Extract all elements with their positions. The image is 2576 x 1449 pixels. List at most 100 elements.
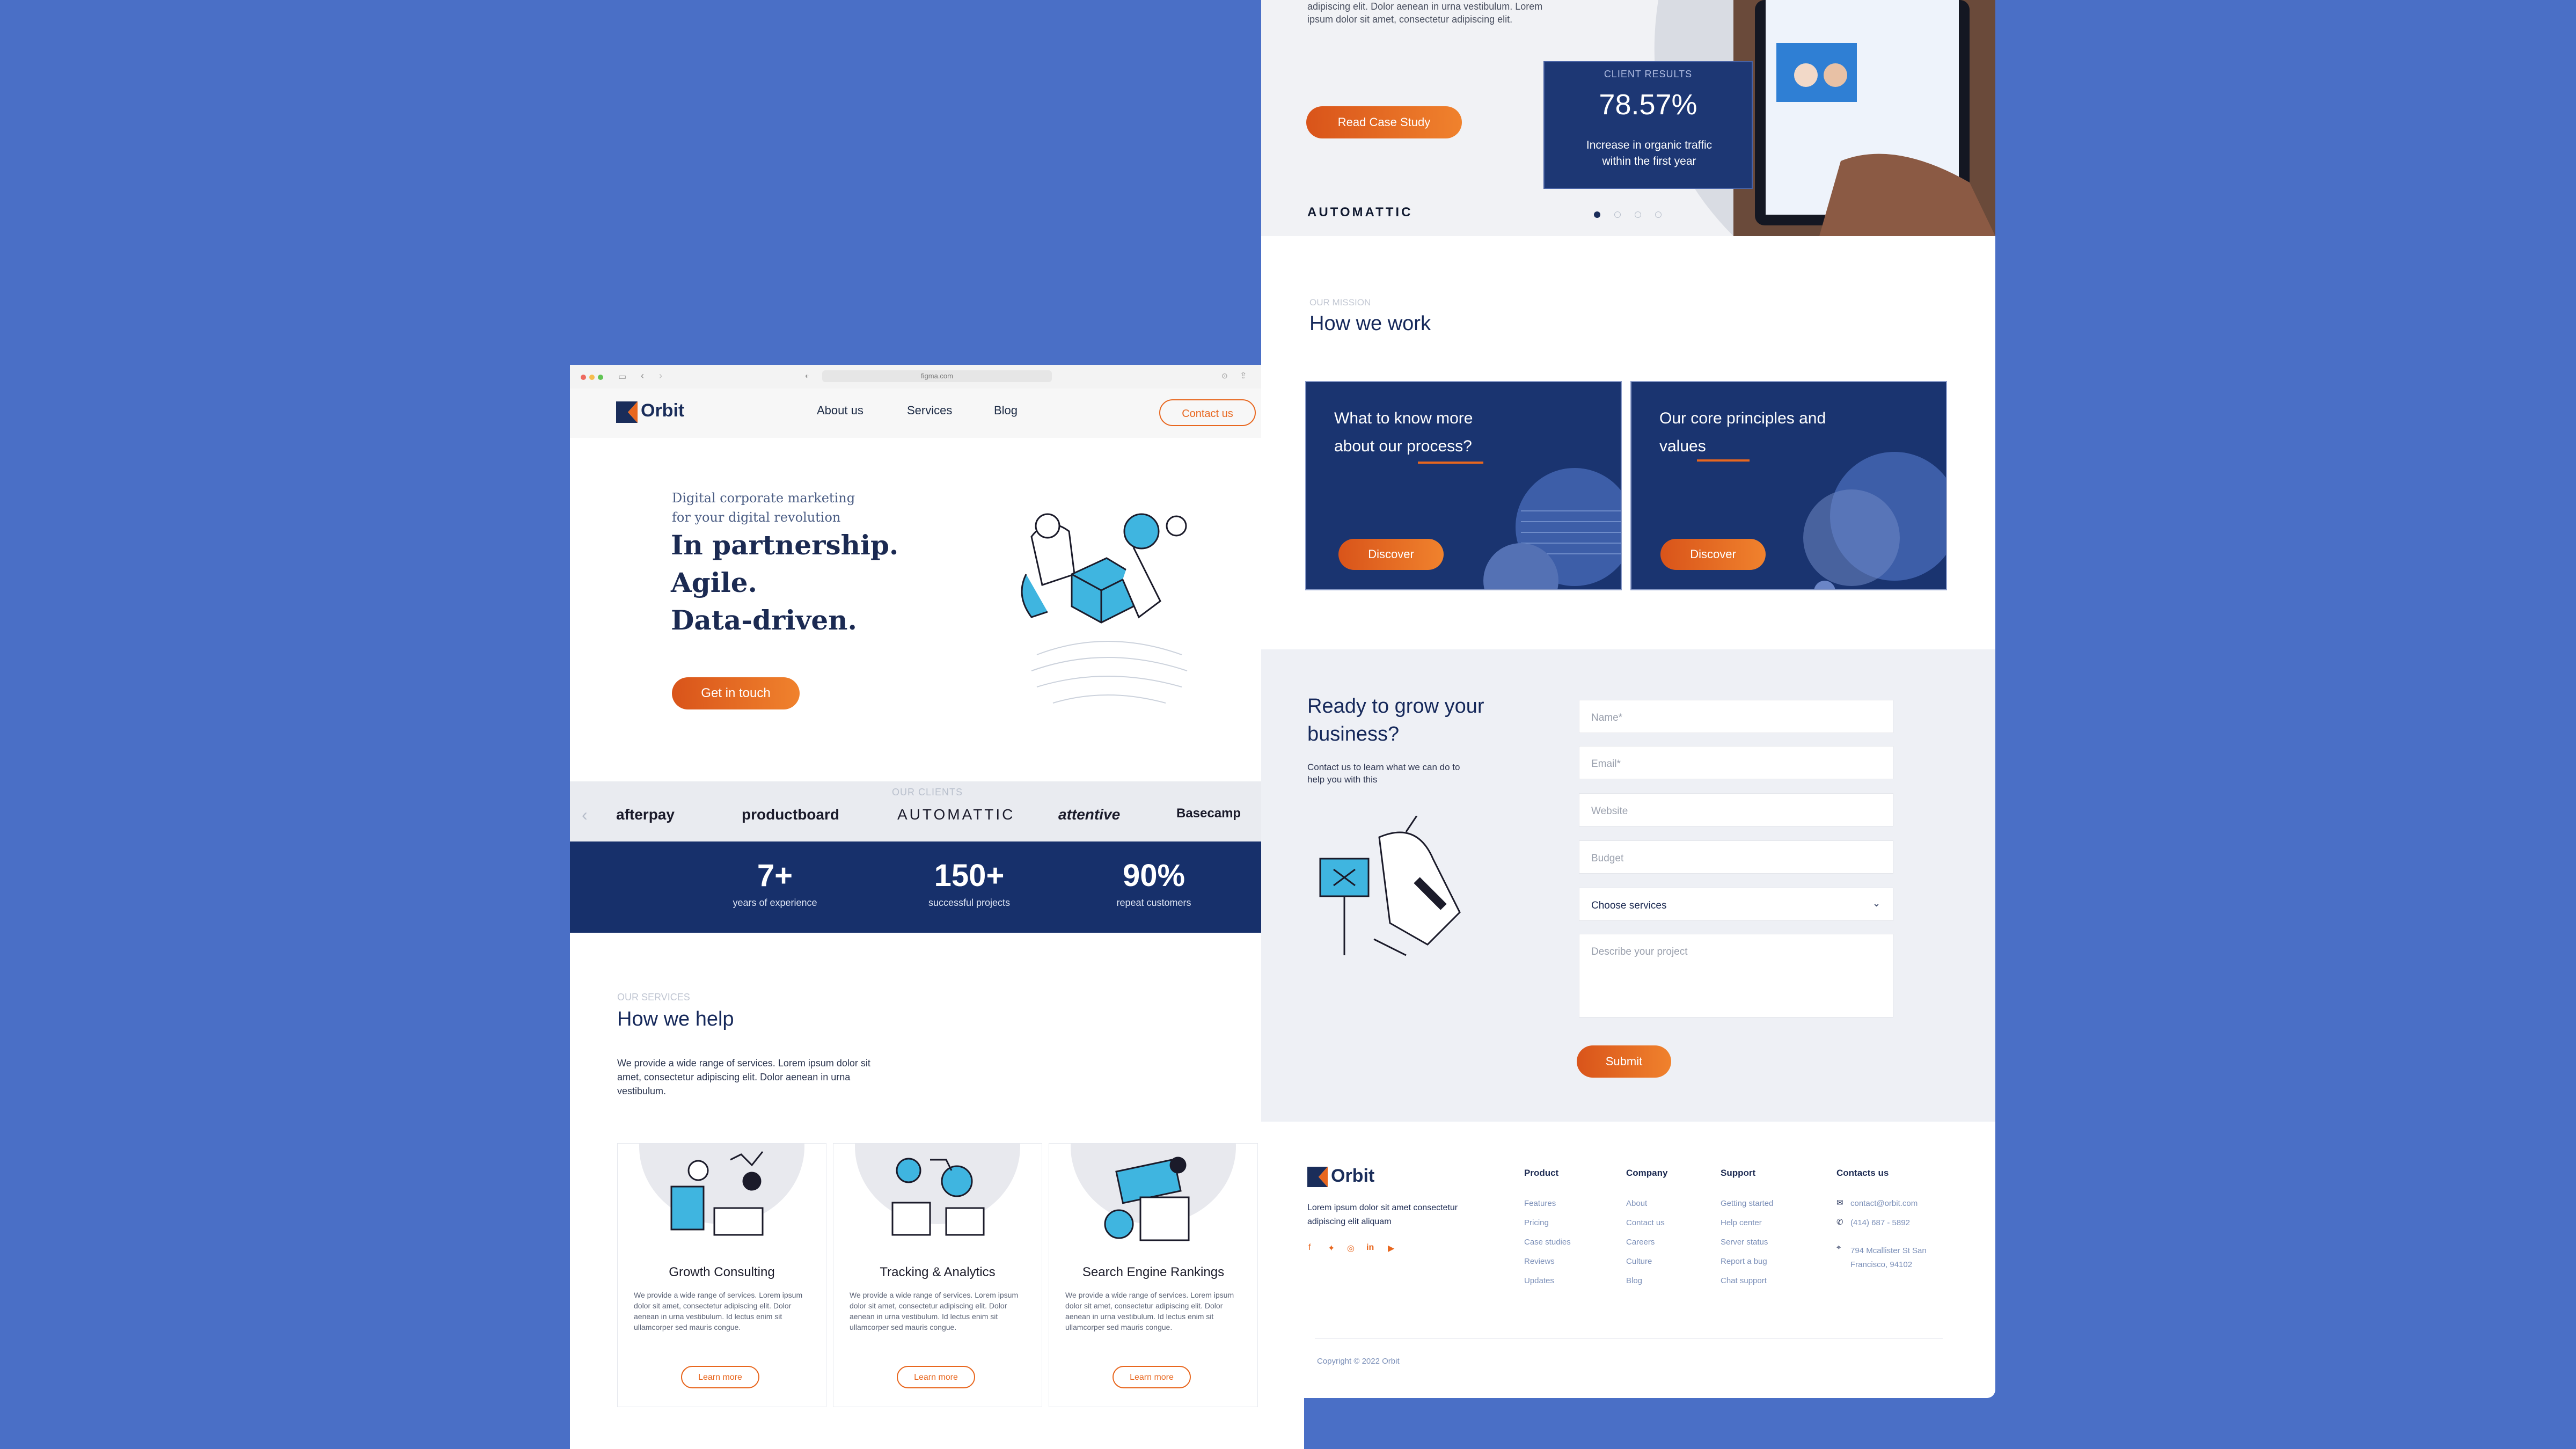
footer-address: 794 Mcallister St San Francisco, 94102 bbox=[1850, 1246, 1927, 1269]
services-description: We provide a wide range of services. Lor… bbox=[617, 1058, 870, 1096]
orbit-logo-icon bbox=[1307, 1167, 1328, 1187]
nav-blog[interactable]: Blog bbox=[994, 404, 1018, 418]
shield-icon: ◐ bbox=[805, 371, 810, 380]
project-textarea[interactable]: Describe your project bbox=[1579, 934, 1893, 1018]
analytics-illustration bbox=[891, 1158, 985, 1236]
underline-accent bbox=[1697, 459, 1750, 462]
stat-years-value: 7+ bbox=[757, 858, 793, 893]
mailbox-illustration bbox=[1319, 816, 1461, 956]
service-card-seo: Search Engine Rankings We provide a wide… bbox=[1049, 1143, 1258, 1407]
service-text: We provide a wide range of services. Lor… bbox=[850, 1291, 1019, 1331]
browser-chrome: ▭ ‹ › ◐ figma.com ⊙ ⇪ bbox=[570, 365, 1261, 389]
decorative-circles bbox=[1803, 452, 1946, 589]
twitter-icon[interactable]: ✦ bbox=[1328, 1243, 1335, 1254]
zoom-dot[interactable] bbox=[598, 375, 603, 380]
discover-button[interactable]: Discover bbox=[1338, 539, 1444, 570]
service-title: Tracking & Analytics bbox=[880, 1265, 996, 1279]
footer-col-support-title: Support bbox=[1721, 1168, 1756, 1178]
hero-illustration bbox=[1021, 513, 1188, 704]
hero-line-1: In partnership. bbox=[671, 529, 899, 561]
phone-icon: ✆ bbox=[1836, 1218, 1843, 1227]
learn-more-button[interactable]: Learn more bbox=[681, 1366, 759, 1388]
slide-dot-3[interactable] bbox=[1635, 211, 1641, 218]
footer-link[interactable]: Culture bbox=[1626, 1257, 1652, 1266]
footer-link[interactable]: Chat support bbox=[1721, 1276, 1767, 1285]
service-text: We provide a wide range of services. Lor… bbox=[1065, 1291, 1234, 1331]
website-field[interactable]: Website bbox=[1579, 793, 1893, 826]
footer-link[interactable]: Getting started bbox=[1721, 1199, 1773, 1208]
footer-logo-text[interactable]: Orbit bbox=[1331, 1166, 1374, 1187]
download-icon[interactable]: ⊙ bbox=[1221, 371, 1228, 380]
chevron-down-icon: ⌄ bbox=[1872, 898, 1881, 909]
linkedin-icon[interactable]: in bbox=[1366, 1243, 1374, 1253]
instagram-icon[interactable]: ◎ bbox=[1347, 1243, 1355, 1254]
slide-dot-1[interactable] bbox=[1594, 211, 1600, 218]
location-icon: ⌖ bbox=[1836, 1243, 1841, 1252]
footer-link[interactable]: Case studies bbox=[1524, 1238, 1571, 1247]
hero-subtitle: Digital corporate marketing for your dig… bbox=[672, 491, 855, 525]
read-case-study-button[interactable]: Read Case Study bbox=[1306, 106, 1462, 138]
budget-field[interactable]: Budget bbox=[1579, 840, 1893, 874]
email-field[interactable]: Email* bbox=[1579, 746, 1893, 779]
slide-dot-2[interactable] bbox=[1614, 211, 1621, 218]
footer-link[interactable]: Server status bbox=[1721, 1238, 1768, 1247]
results-description: Increase in organic traffic within the f… bbox=[1586, 139, 1713, 167]
footer-link[interactable]: Report a bug bbox=[1721, 1257, 1767, 1266]
footer-link[interactable]: Pricing bbox=[1524, 1218, 1549, 1227]
facebook-icon[interactable]: f bbox=[1308, 1243, 1311, 1253]
forward-icon[interactable]: › bbox=[659, 370, 662, 382]
copyright: Copyright © 2022 Orbit bbox=[1317, 1357, 1400, 1366]
footer-link[interactable]: Careers bbox=[1626, 1238, 1655, 1247]
footer-divider bbox=[1315, 1338, 1943, 1339]
footer-tagline: Lorem ipsum dolor sit amet consectetur a… bbox=[1307, 1203, 1458, 1226]
get-in-touch-button[interactable]: Get in touch bbox=[672, 677, 800, 709]
carousel-prev-icon[interactable]: ‹ bbox=[582, 805, 588, 825]
discover-button[interactable]: Discover bbox=[1660, 539, 1766, 570]
back-icon[interactable]: ‹ bbox=[641, 370, 644, 382]
contact-section: Ready to grow your business? Contact us … bbox=[1261, 649, 1995, 1122]
clients-strip: OUR CLIENTS ‹ afterpay productboard AUTO… bbox=[570, 781, 1304, 841]
clients-label: OUR CLIENTS bbox=[892, 787, 963, 797]
footer-link[interactable]: About bbox=[1626, 1199, 1647, 1208]
slide-dot-4[interactable] bbox=[1655, 211, 1662, 218]
submit-button[interactable]: Submit bbox=[1577, 1045, 1671, 1078]
address-bar[interactable]: figma.com bbox=[822, 370, 1052, 382]
learn-more-button[interactable]: Learn more bbox=[897, 1366, 975, 1388]
learn-more-button[interactable]: Learn more bbox=[1113, 1366, 1191, 1388]
service-title: Growth Consulting bbox=[669, 1265, 775, 1279]
sidebar-icon[interactable]: ▭ bbox=[618, 371, 626, 382]
nav-about[interactable]: About us bbox=[817, 404, 863, 418]
footer-col-product-title: Product bbox=[1524, 1168, 1559, 1178]
footer-col-company-title: Company bbox=[1626, 1168, 1668, 1178]
service-title: Search Engine Rankings bbox=[1082, 1265, 1225, 1279]
orbit-logo-icon bbox=[616, 401, 638, 423]
share-icon[interactable]: ⇪ bbox=[1240, 370, 1247, 381]
seo-illustration bbox=[1104, 1157, 1190, 1241]
footer-link[interactable]: Updates bbox=[1524, 1276, 1554, 1285]
client-logo-productboard: productboard bbox=[742, 806, 839, 823]
hero-line-3: Data-driven. bbox=[671, 604, 857, 636]
footer-link[interactable]: Contact us bbox=[1626, 1218, 1665, 1227]
footer-link[interactable]: Features bbox=[1524, 1199, 1556, 1208]
youtube-icon[interactable]: ▶ bbox=[1388, 1243, 1394, 1254]
footer: Orbit Lorem ipsum dolor sit amet consect… bbox=[1261, 1122, 1995, 1398]
contact-description: Contact us to learn what we can do to he… bbox=[1307, 762, 1460, 785]
footer-link[interactable]: Reviews bbox=[1524, 1257, 1555, 1266]
mission-title: How we work bbox=[1309, 312, 1431, 335]
browser-window: ▭ ‹ › ◐ figma.com ⊙ ⇪ Orbit About us Ser… bbox=[570, 365, 1304, 1449]
logo-text[interactable]: Orbit bbox=[641, 400, 684, 421]
footer-phone[interactable]: (414) 687 - 5892 bbox=[1850, 1218, 1910, 1227]
contact-us-button[interactable]: Contact us bbox=[1159, 399, 1256, 426]
footer-link[interactable]: Help center bbox=[1721, 1218, 1762, 1227]
nav-services[interactable]: Services bbox=[907, 404, 952, 418]
results-value: 78.57% bbox=[1599, 89, 1697, 121]
name-field[interactable]: Name* bbox=[1579, 700, 1893, 733]
services-kicker: OUR SERVICES bbox=[617, 992, 690, 1002]
close-dot[interactable] bbox=[581, 375, 586, 380]
mission-card-values: Our core principles and values Discover bbox=[1630, 381, 1947, 590]
footer-link[interactable]: Blog bbox=[1626, 1276, 1642, 1285]
minimize-dot[interactable] bbox=[589, 375, 595, 380]
footer-email[interactable]: contact@orbit.com bbox=[1850, 1199, 1918, 1208]
services-select[interactable]: Choose services ⌄ bbox=[1579, 888, 1893, 921]
client-logo-afterpay: afterpay bbox=[616, 806, 675, 823]
